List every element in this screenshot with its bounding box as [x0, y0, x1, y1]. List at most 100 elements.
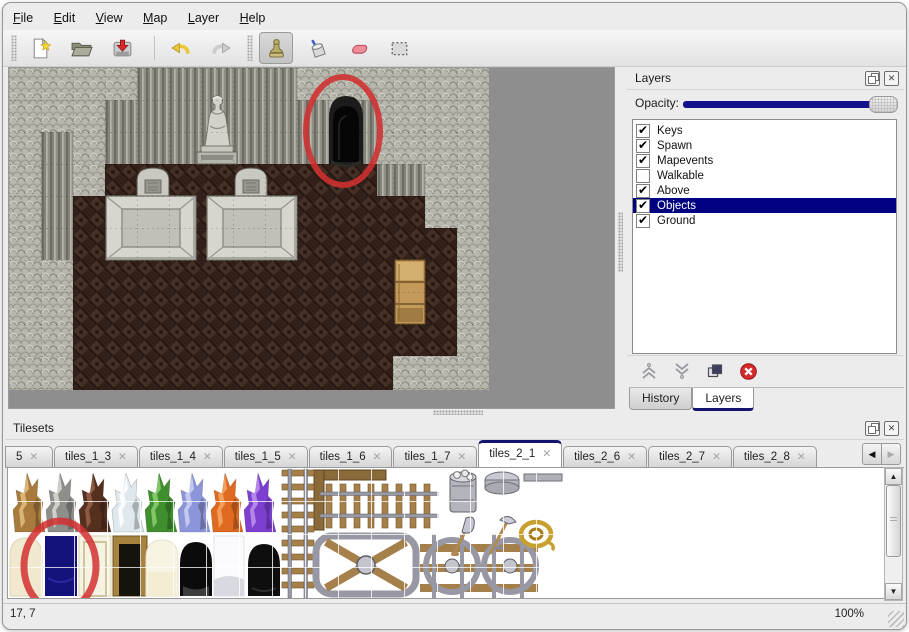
- menu-map[interactable]: Map: [143, 6, 167, 30]
- close-tab-icon[interactable]: ✕: [118, 451, 127, 463]
- layer-label: Mapevents: [657, 155, 713, 167]
- raise-layer-button[interactable]: [639, 361, 659, 381]
- tileset-tab-tiles_1_4[interactable]: tiles_1_4✕: [139, 446, 223, 467]
- redo-icon: [210, 37, 233, 60]
- close-tab-icon[interactable]: ✕: [288, 451, 297, 463]
- layer-label: Keys: [657, 125, 683, 137]
- undo-icon: [169, 37, 192, 60]
- layer-label: Objects: [657, 200, 696, 212]
- menu-edit[interactable]: Edit: [54, 6, 76, 30]
- close-panel-icon[interactable]: ✕: [884, 71, 899, 86]
- new-map-button[interactable]: [23, 32, 57, 64]
- layer-row-keys[interactable]: ✔ Keys: [633, 123, 896, 138]
- scroll-tabs-left-button[interactable]: ◀: [862, 443, 882, 465]
- layer-buttons: [627, 355, 904, 386]
- tileset-tab-tiles_2_6[interactable]: tiles_2_6✕: [563, 446, 647, 467]
- tileset-tab-tiles_2_7[interactable]: tiles_2_7✕: [648, 446, 732, 467]
- tileset-tab-tiles_1_3[interactable]: tiles_1_3✕: [54, 446, 138, 467]
- cursor-coordinates: 17, 7: [10, 608, 36, 620]
- undo-button[interactable]: [163, 32, 197, 64]
- tileset-tab-tiles_1_6[interactable]: tiles_1_6✕: [309, 446, 393, 467]
- menu-file[interactable]: File: [13, 6, 33, 30]
- scroll-tabs-right-button[interactable]: ▶: [882, 443, 901, 465]
- map-render: [9, 68, 489, 390]
- tilesets-panel-title-bar: Tilesets ✕: [5, 417, 904, 440]
- opacity-slider[interactable]: [683, 96, 898, 112]
- eraser-tool-button[interactable]: [341, 32, 375, 64]
- close-tab-icon[interactable]: ✕: [373, 451, 382, 463]
- tile-grid-overlay: [9, 68, 489, 390]
- layer-checkbox[interactable]: ✔: [636, 214, 650, 228]
- toolbar-drag-handle-2[interactable]: [247, 35, 253, 61]
- open-map-button[interactable]: [64, 32, 98, 64]
- opacity-row: Opacity:: [627, 92, 904, 116]
- toolbar: [3, 30, 906, 67]
- app-window: File Edit View Map Layer Help: [2, 2, 907, 630]
- close-tab-icon[interactable]: ✕: [627, 451, 636, 463]
- select-tool-button[interactable]: [382, 32, 416, 64]
- resize-grip[interactable]: [888, 611, 904, 627]
- tileset-tab-5[interactable]: 5✕: [5, 446, 53, 467]
- horizontal-splitter[interactable]: [8, 407, 902, 417]
- layer-checkbox[interactable]: ✔: [636, 184, 650, 198]
- layer-checkbox[interactable]: ✔: [636, 154, 650, 168]
- menu-view[interactable]: View: [96, 6, 123, 30]
- save-map-button[interactable]: [105, 32, 139, 64]
- eraser-icon: [347, 37, 370, 60]
- new-document-icon: [29, 37, 52, 60]
- layer-row-above[interactable]: ✔ Above: [633, 183, 896, 198]
- layer-row-ground[interactable]: ✔ Ground: [633, 213, 896, 228]
- tileset-canvas[interactable]: [7, 467, 885, 599]
- layer-checkbox[interactable]: ✔: [636, 199, 650, 213]
- save-icon: [111, 37, 134, 60]
- delete-icon: [739, 362, 758, 381]
- layer-checkbox[interactable]: ✔: [636, 124, 650, 138]
- layer-row-spawn[interactable]: ✔ Spawn: [633, 138, 896, 153]
- tileset-tab-tiles_1_5[interactable]: tiles_1_5✕: [224, 446, 308, 467]
- redo-button[interactable]: [204, 32, 238, 64]
- tileset-tab-tiles_1_7[interactable]: tiles_1_7✕: [393, 446, 477, 467]
- delete-layer-button[interactable]: [738, 361, 758, 381]
- stamp-tool-button[interactable]: [259, 32, 293, 64]
- chevron-down-icon: [673, 362, 691, 380]
- layer-row-walkable[interactable]: Walkable: [633, 168, 896, 183]
- opacity-slider-handle[interactable]: [869, 96, 898, 113]
- layer-checkbox[interactable]: ✔: [636, 139, 650, 153]
- float-panel-icon[interactable]: [865, 421, 880, 436]
- close-tab-icon[interactable]: ✕: [29, 451, 38, 463]
- layer-checkbox-unchecked[interactable]: [636, 169, 650, 183]
- close-tab-icon[interactable]: ✕: [203, 451, 212, 463]
- lower-layer-button[interactable]: [672, 361, 692, 381]
- duplicate-layer-button[interactable]: [705, 361, 725, 381]
- float-panel-icon[interactable]: [865, 71, 880, 86]
- close-panel-icon[interactable]: ✕: [884, 421, 899, 436]
- menu-help[interactable]: Help: [240, 6, 266, 30]
- close-tab-icon[interactable]: ✕: [712, 451, 721, 463]
- scroll-up-button[interactable]: ▲: [885, 468, 902, 485]
- tileset-tab-tiles_2_8[interactable]: tiles_2_8✕: [733, 446, 817, 467]
- tileset-scrollbar[interactable]: ▲ ▼: [884, 467, 903, 601]
- stamp-icon: [265, 37, 288, 60]
- scrollbar-thumb[interactable]: [886, 485, 901, 557]
- close-tab-icon[interactable]: ✕: [542, 448, 551, 460]
- tileset-tabbar: 5✕ tiles_1_3✕ tiles_1_4✕ tiles_1_5✕ tile…: [5, 439, 904, 468]
- chevron-up-icon: [640, 362, 658, 380]
- zoom-level: 100%: [835, 608, 864, 620]
- layer-row-mapevents[interactable]: ✔ Mapevents: [633, 153, 896, 168]
- tileset-render: [8, 468, 884, 598]
- close-tab-icon[interactable]: ✕: [797, 451, 806, 463]
- layer-list: ✔ Keys ✔ Spawn ✔ Mapevents Walkable ✔ Ab…: [632, 119, 897, 354]
- opacity-slider-track[interactable]: [683, 101, 896, 108]
- toolbar-drag-handle[interactable]: [11, 35, 17, 61]
- vertical-splitter[interactable]: [615, 67, 626, 407]
- close-tab-icon[interactable]: ✕: [457, 451, 466, 463]
- tileset-tab-tiles_2_1[interactable]: tiles_2_1✕: [478, 440, 562, 467]
- menu-layer[interactable]: Layer: [188, 6, 219, 30]
- layer-row-objects[interactable]: ✔ Objects: [633, 198, 896, 213]
- tilesets-panel-title: Tilesets: [13, 421, 54, 435]
- map-canvas[interactable]: [8, 67, 615, 409]
- toolbar-separator: [154, 36, 155, 60]
- scroll-down-button[interactable]: ▼: [885, 583, 902, 600]
- fill-tool-button[interactable]: [300, 32, 334, 64]
- tilesets-panel: Tilesets ✕ 5✕ tiles_1_3✕ tiles_1_4✕ tile…: [5, 417, 904, 601]
